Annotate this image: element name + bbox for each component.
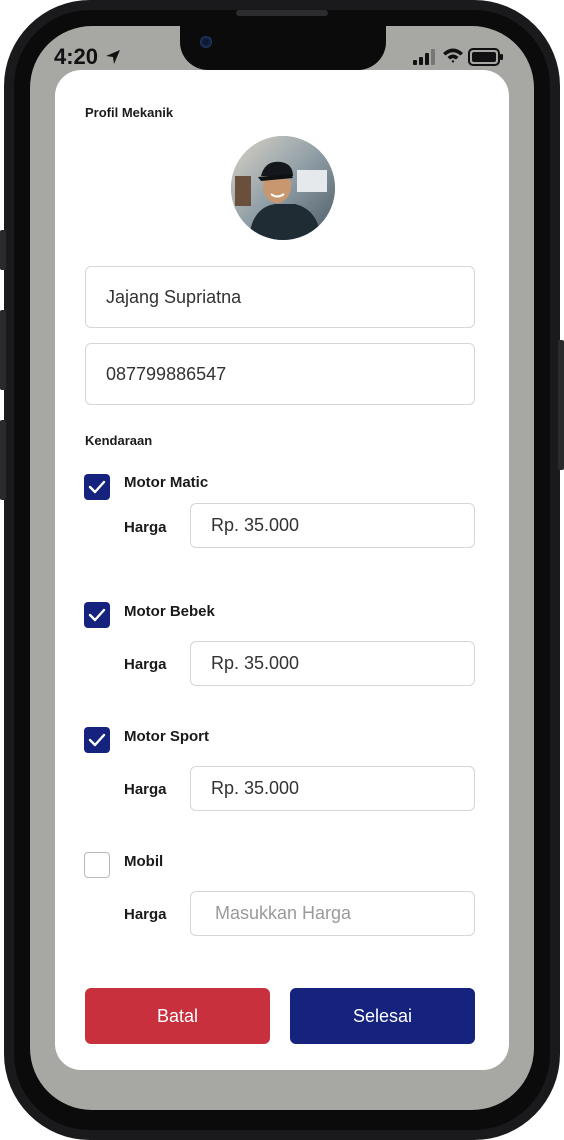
done-button[interactable]: Selesai	[290, 988, 475, 1044]
volume-down-button	[0, 420, 6, 500]
location-arrow-icon	[106, 50, 120, 64]
price-input-motor-sport[interactable]: Rp. 35.000	[190, 766, 475, 811]
avatar[interactable]	[231, 136, 335, 240]
vehicle-label-motor-sport[interactable]: Motor Sport	[124, 728, 209, 745]
price-input-motor-bebek[interactable]: Rp. 35.000	[190, 641, 475, 686]
vehicle-label-mobil[interactable]: Mobil	[124, 853, 163, 870]
wifi-icon	[443, 48, 463, 63]
cancel-button[interactable]: Batal	[85, 988, 270, 1044]
front-camera	[200, 36, 212, 48]
price-input-motor-matic[interactable]: Rp. 35.000	[190, 503, 475, 548]
mechanic-photo	[231, 136, 335, 240]
checkmark-icon	[88, 480, 106, 494]
page-title: Profil Mekanik	[85, 105, 174, 120]
mechanic-profile-card: Profil Mekanik Jajang Supriatna 08779988…	[55, 70, 509, 1070]
volume-up-button	[0, 310, 6, 390]
vehicle-label-motor-matic[interactable]: Motor Matic	[124, 474, 208, 491]
price-label-motor-matic: Harga	[124, 519, 167, 536]
status-time: 4:20	[54, 44, 99, 69]
vehicle-label-motor-bebek[interactable]: Motor Bebek	[124, 603, 215, 620]
notch	[180, 26, 386, 70]
speaker-grille	[236, 10, 328, 16]
name-field[interactable]: Jajang Supriatna	[85, 266, 475, 328]
price-label-mobil: Harga	[124, 906, 167, 923]
battery-icon	[468, 48, 503, 66]
cellular-signal-icon	[413, 49, 435, 65]
checkbox-motor-matic[interactable]	[84, 474, 110, 500]
checkbox-motor-sport[interactable]	[84, 727, 110, 753]
checkbox-motor-bebek[interactable]	[84, 602, 110, 628]
checkmark-icon	[88, 733, 106, 747]
price-label-motor-sport: Harga	[124, 781, 167, 798]
price-label-motor-bebek: Harga	[124, 656, 167, 673]
price-input-mobil[interactable]: Masukkan Harga	[190, 891, 475, 936]
vehicles-section-label: Kendaraan	[85, 433, 153, 448]
silent-switch	[0, 230, 6, 270]
checkmark-icon	[88, 608, 106, 622]
checkbox-mobil[interactable]	[84, 852, 110, 878]
phone-field[interactable]: 087799886547	[85, 343, 475, 405]
power-button	[558, 340, 564, 470]
